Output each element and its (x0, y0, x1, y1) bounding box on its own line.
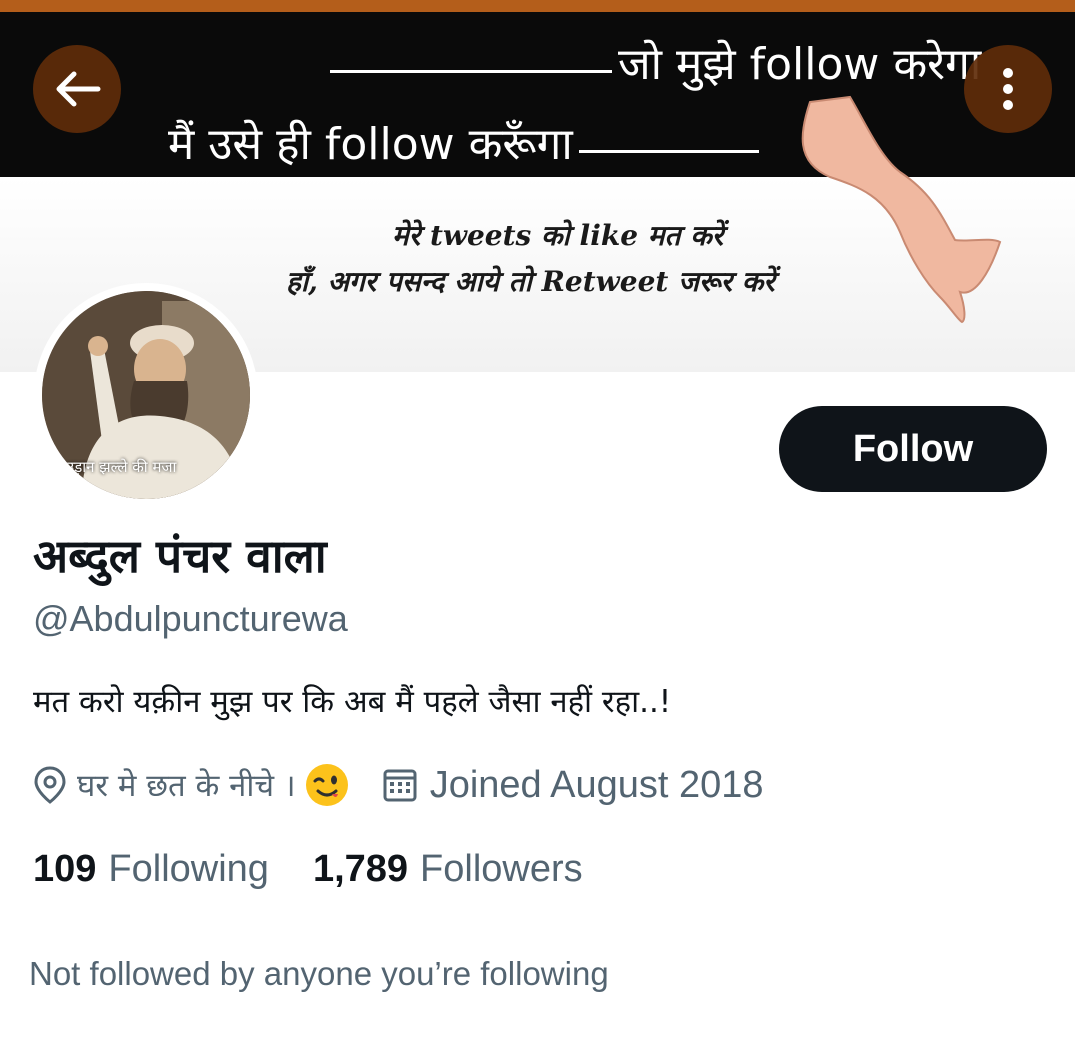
profile-display-name: अब्दुल पंचर वाला (33, 529, 327, 583)
following-count: 109 (33, 848, 97, 890)
avatar[interactable]: उड़ान झल्ले की मजा (34, 283, 258, 507)
avatar-caption: उड़ान झल्ले की मजा (66, 458, 177, 476)
banner-text-line2: मैं उसे ही follow करूँगा (168, 112, 759, 172)
banner-text-line3: मेरे tweets को like मत करें (392, 219, 724, 252)
profile-stats: 109 Following 1,789 Followers (33, 848, 583, 891)
profile-joined: Joined August 2018 (382, 764, 764, 807)
location-pin-icon (34, 766, 66, 804)
mutual-followers-note: Not followed by anyone you’re following (29, 955, 609, 992)
more-options-button[interactable] (964, 45, 1052, 133)
joined-date: Joined August 2018 (429, 763, 764, 806)
banner-text-line1: जो मुझे follow करेगा (330, 32, 981, 92)
arrow-left-icon (56, 71, 101, 107)
followers-count: 1,789 (312, 848, 409, 890)
follow-button[interactable]: Follow (779, 406, 1047, 492)
profile-bio: मत करो यक़ीन मुझ पर कि अब मैं पहले जैसा … (33, 684, 672, 720)
avatar-image: उड़ान झल्ले की मजा (42, 291, 250, 499)
calendar-icon (383, 769, 417, 802)
profile-location: घर मे छत के नीचे । (77, 768, 296, 804)
pointing-hand-illustration (801, 95, 1002, 324)
profile-handle: @Abdulpuncturewa (33, 598, 348, 639)
followers-link[interactable]: 1,789 Followers (313, 848, 583, 891)
following-label: Following (108, 848, 269, 890)
top-accent-strip (0, 0, 1075, 12)
followers-label: Followers (420, 848, 583, 890)
back-button[interactable] (33, 45, 121, 133)
vertical-ellipsis-icon (1003, 68, 1013, 110)
profile-meta-row: घर मे छत के नीचे । Joined August 2018 (33, 760, 764, 810)
following-link[interactable]: 109 Following (33, 848, 269, 891)
banner-text-line4: हाँ, अगर पसन्द आये तो Retweet जरूर करें (286, 265, 775, 298)
winking-face-icon (304, 762, 350, 808)
